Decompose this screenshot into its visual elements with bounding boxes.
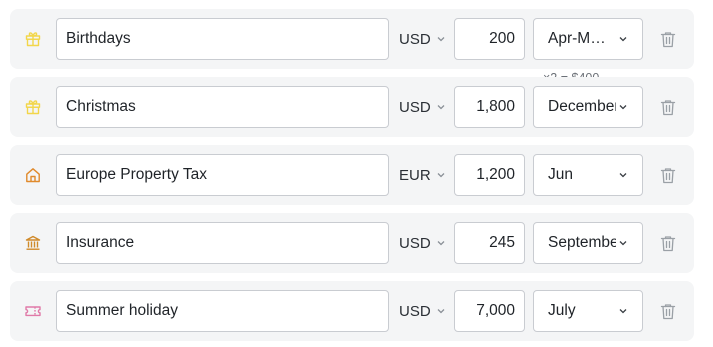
amount-input[interactable]	[454, 154, 525, 196]
amount-input[interactable]	[454, 86, 525, 128]
gift-icon	[24, 98, 42, 116]
delete-button[interactable]	[658, 165, 678, 185]
chevron-down-icon	[618, 238, 628, 248]
delete-button[interactable]	[658, 301, 678, 321]
ticket-icon	[24, 302, 42, 320]
home-icon	[24, 166, 42, 184]
expense-name-input[interactable]	[56, 18, 389, 60]
month-label: September	[548, 234, 616, 251]
chevron-down-icon	[618, 102, 628, 112]
month-select[interactable]: July	[533, 290, 643, 332]
month-label: Apr-M…	[548, 30, 606, 47]
amount-input[interactable]	[454, 18, 525, 60]
expense-row-birthdays: USD Apr-M… ×2 = $400	[10, 9, 694, 85]
expense-name-input[interactable]	[56, 222, 389, 264]
currency-select[interactable]: EUR	[399, 160, 446, 190]
chevron-down-icon	[436, 167, 446, 184]
trash-icon	[660, 303, 676, 319]
month-select[interactable]: December	[533, 86, 643, 128]
month-label: July	[548, 302, 576, 319]
expense-name-input[interactable]	[56, 290, 389, 332]
month-label: December	[548, 98, 616, 115]
expense-name-input[interactable]	[56, 86, 389, 128]
gift-icon	[24, 30, 42, 48]
currency-label: USD	[399, 30, 431, 48]
chevron-down-icon	[436, 235, 446, 252]
expense-row-christmas: USD December	[10, 77, 694, 137]
bank-icon	[24, 234, 42, 252]
expense-row-insurance: USD September	[10, 213, 694, 273]
chevron-down-icon	[618, 34, 628, 44]
currency-select[interactable]: USD	[399, 92, 446, 122]
currency-label: USD	[399, 234, 431, 252]
trash-icon	[660, 235, 676, 251]
month-label: Jun	[548, 166, 573, 183]
trash-icon	[660, 31, 676, 47]
expense-row-summer-holiday: USD July	[10, 281, 694, 341]
expense-row-europe-property-tax: EUR Jun	[10, 145, 694, 205]
delete-button[interactable]	[658, 29, 678, 49]
chevron-down-icon	[436, 303, 446, 320]
month-select[interactable]: September	[533, 222, 643, 264]
month-select[interactable]: Jun	[533, 154, 643, 196]
expense-list: USD Apr-M… ×2 = $400	[0, 0, 713, 347]
delete-button[interactable]	[658, 233, 678, 253]
delete-button[interactable]	[658, 97, 678, 117]
currency-select[interactable]: USD	[399, 296, 446, 326]
chevron-down-icon	[618, 170, 628, 180]
chevron-down-icon	[618, 306, 628, 316]
chevron-down-icon	[436, 99, 446, 116]
currency-label: USD	[399, 302, 431, 320]
amount-input[interactable]	[454, 222, 525, 264]
amount-input[interactable]	[454, 290, 525, 332]
currency-label: USD	[399, 98, 431, 116]
expense-name-input[interactable]	[56, 154, 389, 196]
chevron-down-icon	[436, 31, 446, 48]
currency-label: EUR	[399, 166, 431, 184]
month-select[interactable]: Apr-M…	[533, 18, 643, 60]
currency-select[interactable]: USD	[399, 24, 446, 54]
currency-select[interactable]: USD	[399, 228, 446, 258]
trash-icon	[660, 167, 676, 183]
trash-icon	[660, 99, 676, 115]
